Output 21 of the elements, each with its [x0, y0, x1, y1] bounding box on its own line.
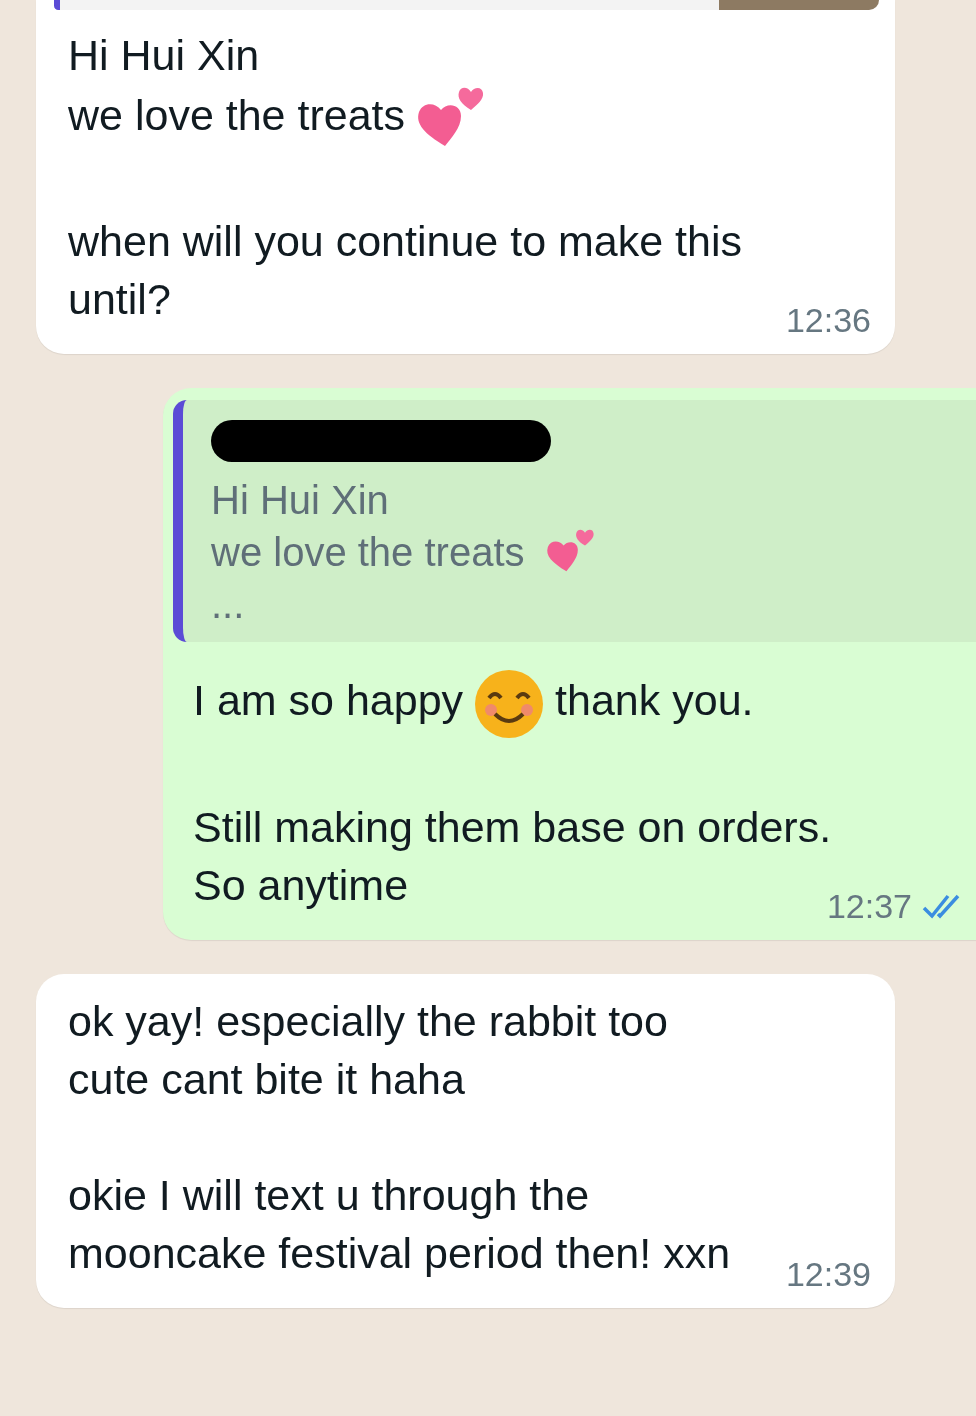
- message-text: okie I will text u through the: [68, 1171, 590, 1219]
- message-text: we love the treats: [68, 91, 405, 140]
- message-text: when will you continue to make this: [68, 217, 743, 265]
- message-text: Hi Hui Xin: [68, 31, 260, 79]
- message-text: cute cant bite it haha: [68, 1055, 465, 1103]
- message-text: ok yay! especially the rabbit too: [68, 997, 668, 1045]
- message-time: 12:37: [826, 887, 912, 926]
- message-text: Still making them base on orders.: [193, 803, 832, 851]
- quoted-message[interactable]: [54, 0, 879, 10]
- message-text: until?: [68, 275, 171, 323]
- message-text: So anytime: [193, 861, 409, 909]
- message-text: mooncake festival period then! xxn: [68, 1229, 731, 1277]
- message-text: ...: [211, 581, 245, 628]
- message-time: 12:36: [785, 301, 871, 340]
- message-text: I am so happy: [193, 676, 464, 725]
- message-time: 12:39: [785, 1255, 871, 1294]
- message-text: thank you.: [555, 676, 754, 725]
- quoted-message[interactable]: Hi Hui Xin we love the treats ...: [173, 400, 976, 642]
- message-text: we love the treats: [211, 529, 525, 576]
- message-text: Hi Hui Xin: [211, 477, 389, 524]
- smiling-face-icon: [473, 668, 546, 740]
